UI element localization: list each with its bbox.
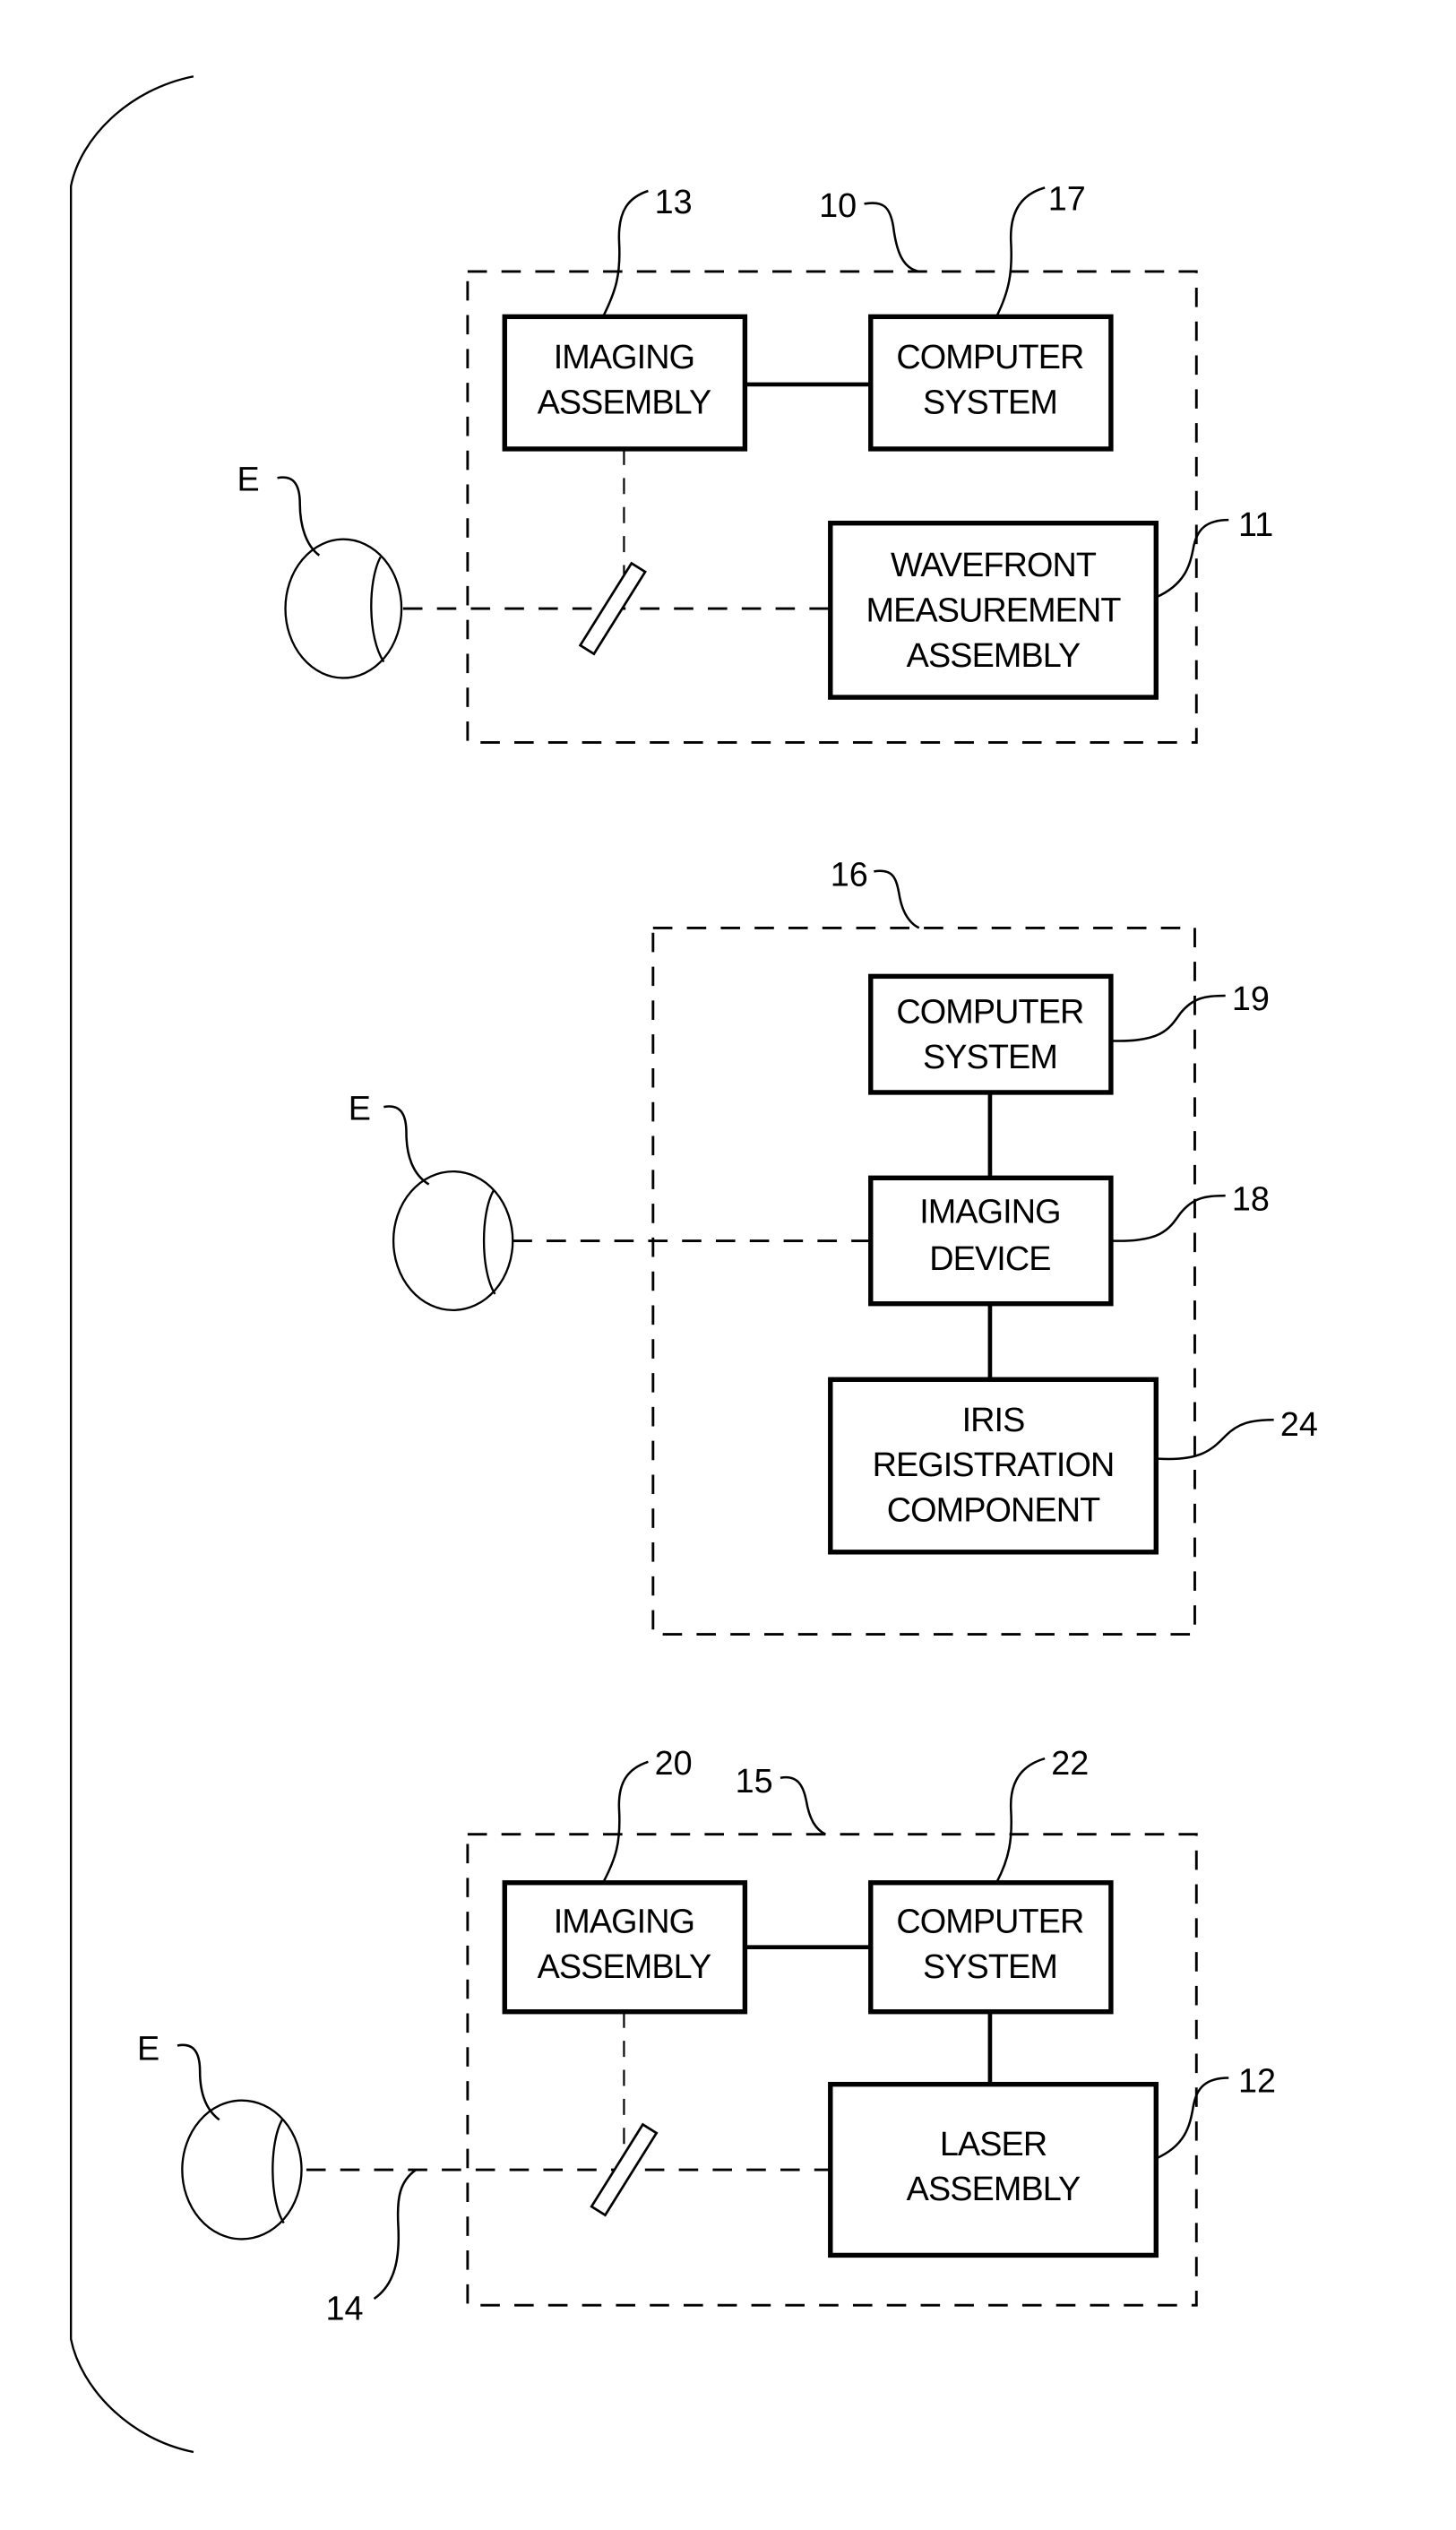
computer-system-22-leader	[995, 1757, 1046, 1884]
system-10-ref: 10	[819, 187, 857, 225]
wavefront-assembly-11-label-1: WAVEFRONT	[891, 547, 1097, 584]
imaging-assembly-20	[502, 1880, 748, 2015]
system-15: 15 IMAGING ASSEMBLY 20 COMPUTER SYSTEM 2…	[137, 1745, 1276, 2327]
imaging-assembly-20-label-1: IMAGING	[554, 1904, 694, 1941]
wavefront-assembly-11-label-3: ASSEMBLY	[907, 637, 1081, 675]
computer-system-17-label-1: COMPUTER	[896, 339, 1083, 376]
imaging-assembly-13	[502, 314, 748, 452]
eye-middle-label: E	[349, 1091, 371, 1128]
laser-assembly-12-label-2: ASSEMBLY	[907, 2171, 1081, 2208]
computer-system-17-leader	[995, 186, 1046, 317]
imaging-assembly-20-label-2: ASSEMBLY	[538, 1948, 711, 1986]
eye-bottom-label: E	[137, 2031, 159, 2068]
system-10-leader	[864, 202, 920, 273]
iris-registration-24-label-2: REGISTRATION	[873, 1446, 1115, 1484]
wavefront-assembly-11-label-2: MEASUREMENT	[866, 591, 1122, 629]
computer-system-19-label-1: COMPUTER	[896, 994, 1083, 1032]
beam-ref-14-leader	[373, 2169, 418, 2301]
imaging-assembly-20-leader	[601, 1760, 649, 1884]
imaging-device-18-leader	[1110, 1194, 1226, 1242]
imaging-assembly-13-leader	[601, 189, 649, 317]
iris-registration-24-label-3: COMPONENT	[887, 1492, 1100, 1530]
wavefront-assembly-11-ref: 11	[1238, 506, 1273, 544]
imaging-device-18-ref: 18	[1232, 1180, 1270, 1218]
imaging-device-18-label-2: DEVICE	[929, 1240, 1050, 1278]
computer-system-17	[868, 314, 1114, 452]
computer-system-22-label-1: COMPUTER	[896, 1904, 1083, 1941]
iris-registration-24-leader	[1156, 1418, 1274, 1461]
computer-system-22-ref: 22	[1051, 1745, 1089, 1783]
patent-figure: 10 IMAGING ASSEMBLY 13 COMPUTER SYSTEM 1…	[70, 75, 1318, 2454]
system-16: 16 COMPUTER SYSTEM 19 IMAGING DEVICE 18 …	[349, 857, 1318, 1636]
computer-system-17-ref: 17	[1048, 181, 1086, 219]
computer-system-19-label-2: SYSTEM	[923, 1039, 1057, 1076]
imaging-device-18-label-1: IMAGING	[919, 1194, 1060, 1231]
computer-system-22-label-2: SYSTEM	[923, 1948, 1057, 1986]
eye-top-leader	[277, 476, 321, 557]
wavefront-assembly-11-leader	[1155, 518, 1229, 599]
system-15-ref: 15	[736, 1763, 773, 1800]
eye-top	[284, 538, 403, 679]
imaging-assembly-13-label-2: ASSEMBLY	[538, 384, 711, 421]
imaging-assembly-13-ref: 13	[655, 184, 693, 221]
computer-system-17-label-2: SYSTEM	[923, 384, 1057, 421]
laser-assembly-12-leader	[1155, 2077, 1229, 2160]
laser-assembly-12-label-1: LASER	[940, 2126, 1047, 2163]
eye-top-label: E	[237, 462, 260, 499]
iris-registration-24-ref: 24	[1280, 1406, 1318, 1444]
imaging-assembly-20-ref: 20	[655, 1745, 693, 1783]
eye-middle	[392, 1170, 514, 1312]
eye-middle-leader	[383, 1105, 430, 1186]
computer-system-19-ref: 19	[1232, 980, 1270, 1018]
beam-ref-14-label: 14	[326, 2290, 364, 2327]
system-16-leader	[874, 869, 920, 929]
system-10: 10 IMAGING ASSEMBLY 13 COMPUTER SYSTEM 1…	[237, 181, 1273, 744]
system-brace	[70, 75, 194, 2454]
laser-assembly-12-ref: 12	[1238, 2063, 1276, 2101]
computer-system-19-leader	[1110, 994, 1226, 1042]
iris-registration-24-label-1: IRIS	[962, 1402, 1025, 1439]
computer-system-22	[868, 1880, 1114, 2015]
system-15-leader	[780, 1775, 826, 1835]
system-16-ref: 16	[831, 857, 868, 894]
laser-assembly-12	[828, 2081, 1159, 2258]
imaging-assembly-13-label-1: IMAGING	[554, 339, 694, 376]
eye-bottom	[181, 2099, 303, 2241]
